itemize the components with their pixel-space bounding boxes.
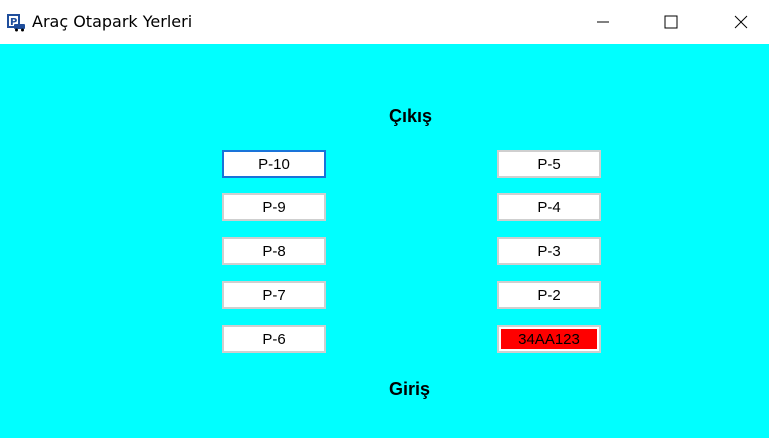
slot-left-1[interactable]: P-10 [222,150,326,178]
slot-left-5[interactable]: P-6 [222,325,326,353]
slot-label: P-10 [258,155,290,173]
app-window: P Araç Otapark Yerleri Çıkış P-10 P-9 P-… [0,0,769,438]
close-button[interactable] [718,0,764,44]
slot-label: P-5 [537,155,561,173]
slot-label: P-2 [537,286,561,304]
maximize-icon [664,15,678,29]
exit-label: Çıkış [389,106,433,126]
window-title: Araç Otapark Yerleri [32,12,193,31]
slot-right-2[interactable]: P-4 [497,193,601,221]
slot-label: P-9 [262,198,286,216]
slot-label: P-7 [262,286,286,304]
slot-left-4[interactable]: P-7 [222,281,326,309]
slot-right-3[interactable]: P-3 [497,237,601,265]
slot-left-3[interactable]: P-8 [222,237,326,265]
slot-label: P-6 [262,330,286,348]
maximize-button[interactable] [648,0,694,44]
parking-area: Çıkış P-10 P-9 P-8 P-7 P-6 P-5 P-4 P-3 P… [0,44,769,438]
slot-label: P-8 [262,242,286,260]
title-bar[interactable]: P Araç Otapark Yerleri [0,0,769,44]
entry-label: Giriş [389,379,431,399]
slot-right-4[interactable]: P-2 [497,281,601,309]
plate-number: 34AA123 [518,330,580,348]
app-icon: P [7,14,25,32]
slot-label: P-4 [537,198,561,216]
slot-right-5-occupied[interactable]: 34AA123 [497,325,601,353]
minimize-button[interactable] [580,0,626,44]
occupied-fill: 34AA123 [501,329,597,349]
slot-left-2[interactable]: P-9 [222,193,326,221]
slot-label: P-3 [537,242,561,260]
close-icon [734,15,748,29]
slot-right-1[interactable]: P-5 [497,150,601,178]
minimize-icon [597,21,609,23]
